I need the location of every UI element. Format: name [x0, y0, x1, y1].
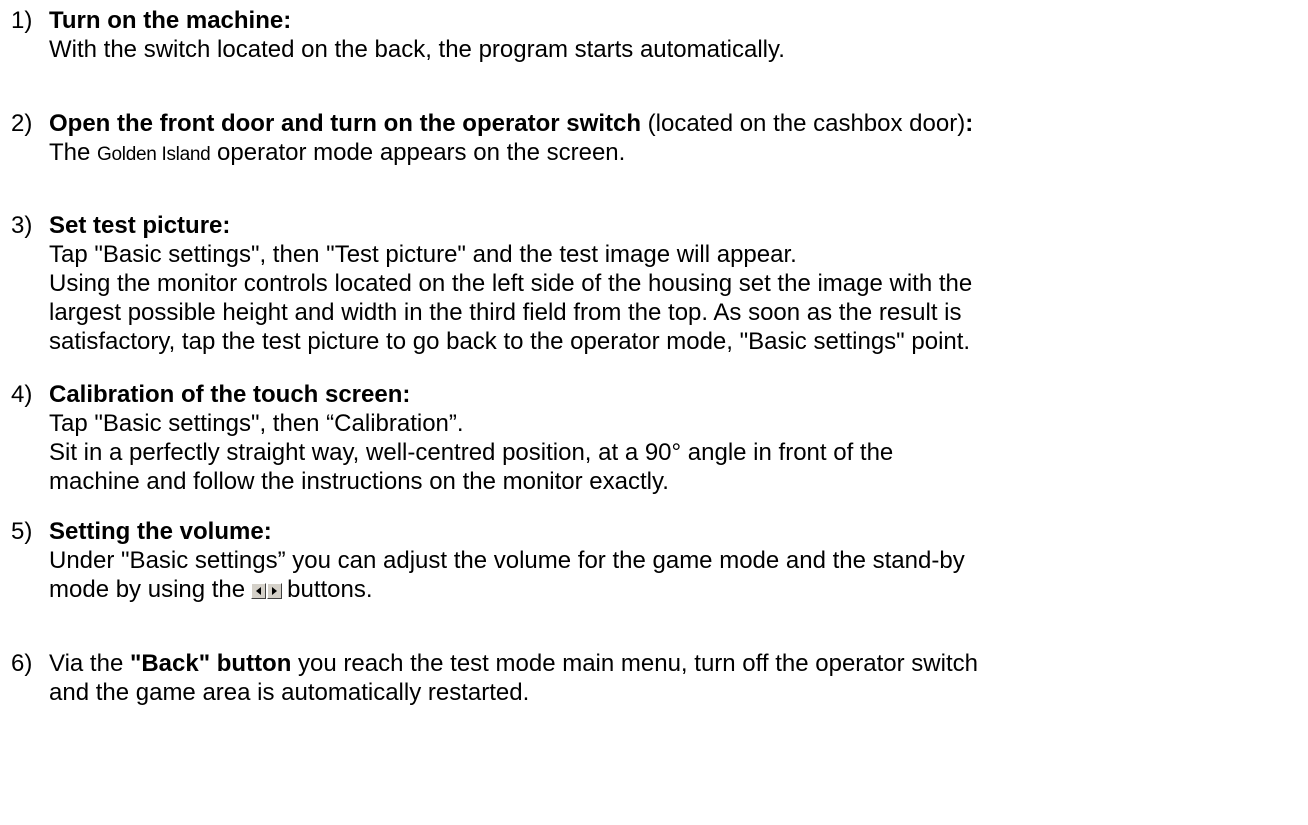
step-number: 4): [11, 381, 33, 408]
step-text: and the game area is automatically resta…: [49, 679, 530, 706]
step-text: largest possible height and width in the…: [49, 299, 962, 326]
step-1: 1) Turn on the machine: With the switch …: [0, 6, 1308, 64]
step-text: Tap "Basic settings", then "Test picture…: [49, 241, 797, 268]
step-number: 1): [11, 7, 33, 34]
step-title-colon: :: [965, 110, 974, 137]
step-text: Via the "Back" button you reach the test…: [49, 650, 978, 677]
step-number: 2): [11, 110, 33, 137]
step-text: Using the monitor controls located on th…: [49, 270, 973, 297]
step-number: 5): [11, 518, 33, 545]
step-title: Setting the volume:: [49, 518, 272, 545]
step-text: satisfactory, tap the test picture to go…: [49, 328, 971, 355]
left-arrow-icon: [251, 583, 267, 599]
step-6: 6) Via the "Back" button you reach the t…: [0, 649, 1308, 707]
brand-name: Golden Island: [97, 144, 211, 165]
step-title: Set test picture:: [49, 212, 231, 239]
step-3: 3) Set test picture: Tap "Basic settings…: [0, 211, 1308, 356]
back-button-label: "Back" button: [129, 650, 292, 677]
volume-arrow-buttons-icon: [251, 577, 283, 606]
step-text: Under "Basic settings” you can adjust th…: [49, 547, 965, 574]
step-5: 5) Setting the volume: Under "Basic sett…: [0, 517, 1308, 606]
step-title-suffix: (located on the cashbox door): [640, 110, 966, 137]
step-text: mode by using the buttons.: [49, 575, 1308, 606]
step-number: 3): [11, 212, 33, 239]
step-text: The Golden Island operator mode appears …: [49, 139, 626, 166]
step-text: With the switch located on the back, the…: [49, 36, 785, 63]
step-4: 4) Calibration of the touch screen: Tap …: [0, 380, 1308, 496]
step-title: Turn on the machine:: [49, 7, 292, 34]
step-title: Open the front door and turn on the oper…: [49, 110, 641, 137]
right-arrow-icon: [267, 583, 283, 599]
step-text: machine and follow the instructions on t…: [49, 468, 669, 495]
step-text: Tap "Basic settings", then “Calibration”…: [49, 410, 464, 437]
step-number: 6): [11, 650, 33, 677]
step-2: 2) Open the front door and turn on the o…: [0, 109, 1308, 169]
step-title: Calibration of the touch screen:: [49, 381, 411, 408]
step-text: Sit in a perfectly straight way, well-ce…: [49, 439, 894, 466]
